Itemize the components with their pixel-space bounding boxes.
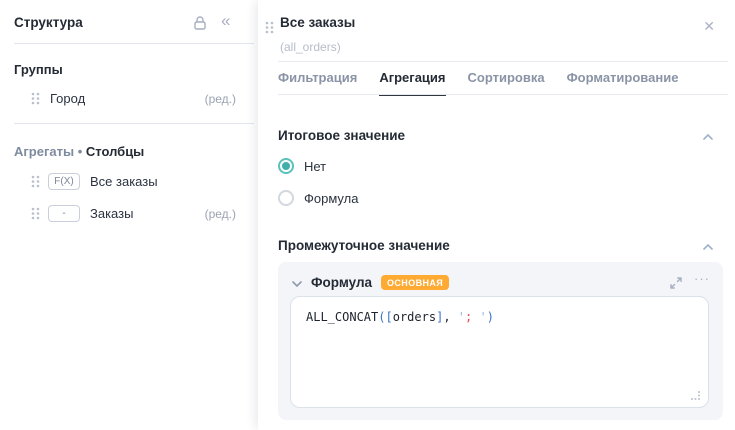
drag-handle-icon[interactable]	[31, 92, 40, 105]
formula-editor[interactable]: ALL_CONCAT([orders], '; ')	[290, 296, 709, 408]
code-token: ALL_CONCAT	[306, 310, 378, 324]
radio-label: Формула	[304, 191, 358, 206]
sidebar-divider	[14, 123, 254, 124]
list-item-label: Город	[50, 91, 85, 106]
code-token: ;	[465, 310, 479, 324]
sidebar-title: Структура	[14, 15, 83, 30]
radio-label: Нет	[304, 159, 326, 174]
drag-handle-icon[interactable]	[31, 207, 40, 220]
intermediate-value-title: Промежуточное значение	[278, 238, 450, 253]
lock-icon[interactable]	[191, 14, 209, 32]
aggregates-header-muted: Агрегаты •	[14, 144, 82, 159]
list-item-all-orders[interactable]: F(X) Все заказы	[0, 172, 258, 191]
code-token: '	[458, 310, 465, 324]
tab-sorting[interactable]: Сортировка	[468, 70, 545, 96]
tab-filtering[interactable]: Фильтрация	[278, 70, 357, 96]
code-token: ,	[443, 310, 457, 324]
resize-handle-icon[interactable]	[691, 390, 701, 400]
formula-code: ALL_CONCAT([orders], '; ')	[306, 310, 494, 324]
close-icon[interactable]: ✕	[703, 18, 715, 35]
main-badge: ОСНОВНАЯ	[381, 275, 449, 290]
list-item-label: Заказы	[90, 206, 133, 221]
header-divider	[278, 61, 728, 62]
chevron-down-icon[interactable]	[290, 277, 304, 291]
radio-formula[interactable]: Формула	[278, 190, 358, 206]
edited-tag: (ред.)	[205, 207, 236, 221]
edited-tag: (ред.)	[205, 92, 236, 106]
code-token: orders	[393, 310, 436, 324]
formula-card: Формула ОСНОВНАЯ ··· ALL_CONCAT([orders]…	[278, 262, 723, 420]
field-settings-panel: Все заказы ✕ (all_orders) Фильтрация Агр…	[258, 0, 735, 430]
groups-header: Группы	[14, 62, 63, 77]
field-id: (all_orders)	[280, 40, 341, 54]
total-value-title: Итоговое значение	[278, 128, 405, 143]
aggregates-header: Агрегаты • Столбцы	[14, 144, 144, 159]
none-type-badge: -	[48, 205, 80, 222]
code-token: )	[487, 310, 494, 324]
panel-title: Все заказы	[280, 15, 355, 30]
aggregates-header-strong: Столбцы	[86, 144, 144, 159]
sidebar-divider	[14, 43, 254, 44]
radio-none[interactable]: Нет	[278, 158, 326, 174]
radio-icon[interactable]	[278, 190, 294, 206]
more-options-icon[interactable]: ···	[694, 271, 710, 286]
formula-card-title: Формула	[311, 275, 372, 290]
radio-icon[interactable]	[278, 158, 294, 174]
tab-formatting[interactable]: Форматирование	[567, 70, 679, 96]
tabs-divider	[278, 94, 728, 95]
list-item-orders[interactable]: - Заказы (ред.)	[0, 204, 258, 223]
drag-handle-icon[interactable]	[31, 175, 40, 188]
list-item-label: Все заказы	[90, 174, 158, 189]
formula-type-badge: F(X)	[48, 173, 80, 190]
settings-tabs: Фильтрация Агрегация Сортировка Форматир…	[278, 70, 678, 96]
code-token: [	[385, 310, 392, 324]
collapse-sidebar-icon[interactable]: «	[221, 11, 229, 31]
list-item-city[interactable]: Город (ред.)	[0, 89, 258, 107]
tab-aggregation[interactable]: Агрегация	[379, 70, 445, 96]
expand-icon[interactable]	[669, 276, 683, 290]
chevron-up-icon[interactable]	[701, 240, 715, 254]
structure-sidebar: Структура « Группы Город (ред.) Агрегаты…	[0, 0, 258, 430]
chevron-up-icon[interactable]	[701, 130, 715, 144]
drag-handle-icon[interactable]	[265, 21, 274, 34]
code-token: '	[479, 310, 486, 324]
